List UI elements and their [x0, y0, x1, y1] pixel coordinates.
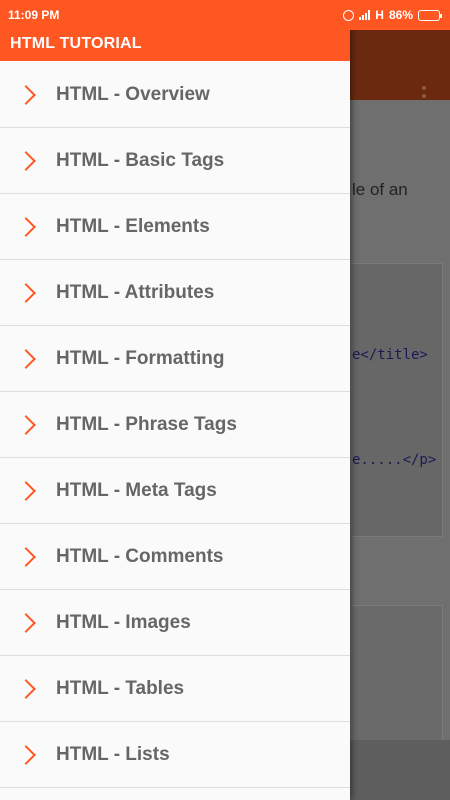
- chevron-right-icon: [16, 612, 36, 633]
- drawer-item-label: HTML - Phrase Tags: [56, 413, 237, 435]
- drawer-item[interactable]: HTML - Overview: [0, 62, 350, 128]
- drawer-item-label: HTML - Tables: [56, 677, 185, 699]
- drawer-list: HTML - Overview HTML - Basic Tags HTML - E…: [0, 62, 350, 788]
- chevron-right-icon: [16, 480, 36, 501]
- status-icons: H 86%: [343, 8, 442, 22]
- chevron-right-icon: [16, 546, 36, 567]
- drawer-item-label: HTML - Formatting: [56, 347, 225, 369]
- code-block: e</title> e.....</p>: [352, 263, 443, 537]
- drawer-item-label: HTML - Attributes: [56, 281, 215, 303]
- drawer-item[interactable]: HTML - Tables: [0, 656, 350, 722]
- navigation-drawer: HTML TUTORIAL HTML - Overview HTML - Basi…: [0, 0, 350, 800]
- drawer-item[interactable]: HTML - Comments: [0, 524, 350, 590]
- drawer-item[interactable]: HTML - Meta Tags: [0, 458, 350, 524]
- chevron-right-icon: [16, 744, 36, 765]
- drawer-item[interactable]: HTML - Images: [0, 590, 350, 656]
- chevron-right-icon: [16, 678, 36, 699]
- drawer-item-label: HTML - Elements: [56, 215, 210, 237]
- battery-percent: 86%: [388, 8, 413, 22]
- drawer-title: HTML TUTORIAL: [0, 30, 350, 61]
- drawer-item-label: HTML - Basic Tags: [56, 149, 225, 171]
- drawer-item[interactable]: HTML - Basic Tags: [0, 128, 350, 194]
- chevron-right-icon: [16, 348, 36, 369]
- chevron-right-icon: [16, 282, 36, 303]
- drawer-item[interactable]: HTML - Elements: [0, 194, 350, 260]
- status-time: 11:09 PM: [8, 8, 60, 22]
- drawer-item-label: HTML - Meta Tags: [56, 479, 217, 501]
- drawer-item-label: HTML - Comments: [56, 545, 224, 567]
- content-text: le of an: [352, 180, 408, 199]
- code-block: [352, 605, 443, 741]
- drawer-item[interactable]: HTML - Lists: [0, 722, 350, 788]
- code-line: e</title>: [352, 347, 428, 363]
- alarm-icon: [343, 9, 355, 21]
- chevron-right-icon: [16, 150, 36, 171]
- drawer-item-label: HTML - Lists: [56, 743, 170, 765]
- battery-icon: [418, 9, 442, 21]
- chevron-right-icon: [16, 414, 36, 435]
- signal-icon: [359, 10, 371, 20]
- code-line: e.....</p>: [352, 452, 437, 468]
- network-type: H: [375, 8, 384, 22]
- chevron-right-icon: [16, 216, 36, 237]
- status-bar: 11:09 PM H 86%: [0, 0, 450, 30]
- chevron-right-icon: [16, 84, 36, 105]
- drawer-item[interactable]: HTML - Phrase Tags: [0, 392, 350, 458]
- drawer-item[interactable]: HTML - Attributes: [0, 260, 350, 326]
- drawer-item[interactable]: HTML - Formatting: [0, 326, 350, 392]
- drawer-item-label: HTML - Images: [56, 611, 191, 633]
- drawer-item-label: HTML - Overview: [56, 83, 210, 105]
